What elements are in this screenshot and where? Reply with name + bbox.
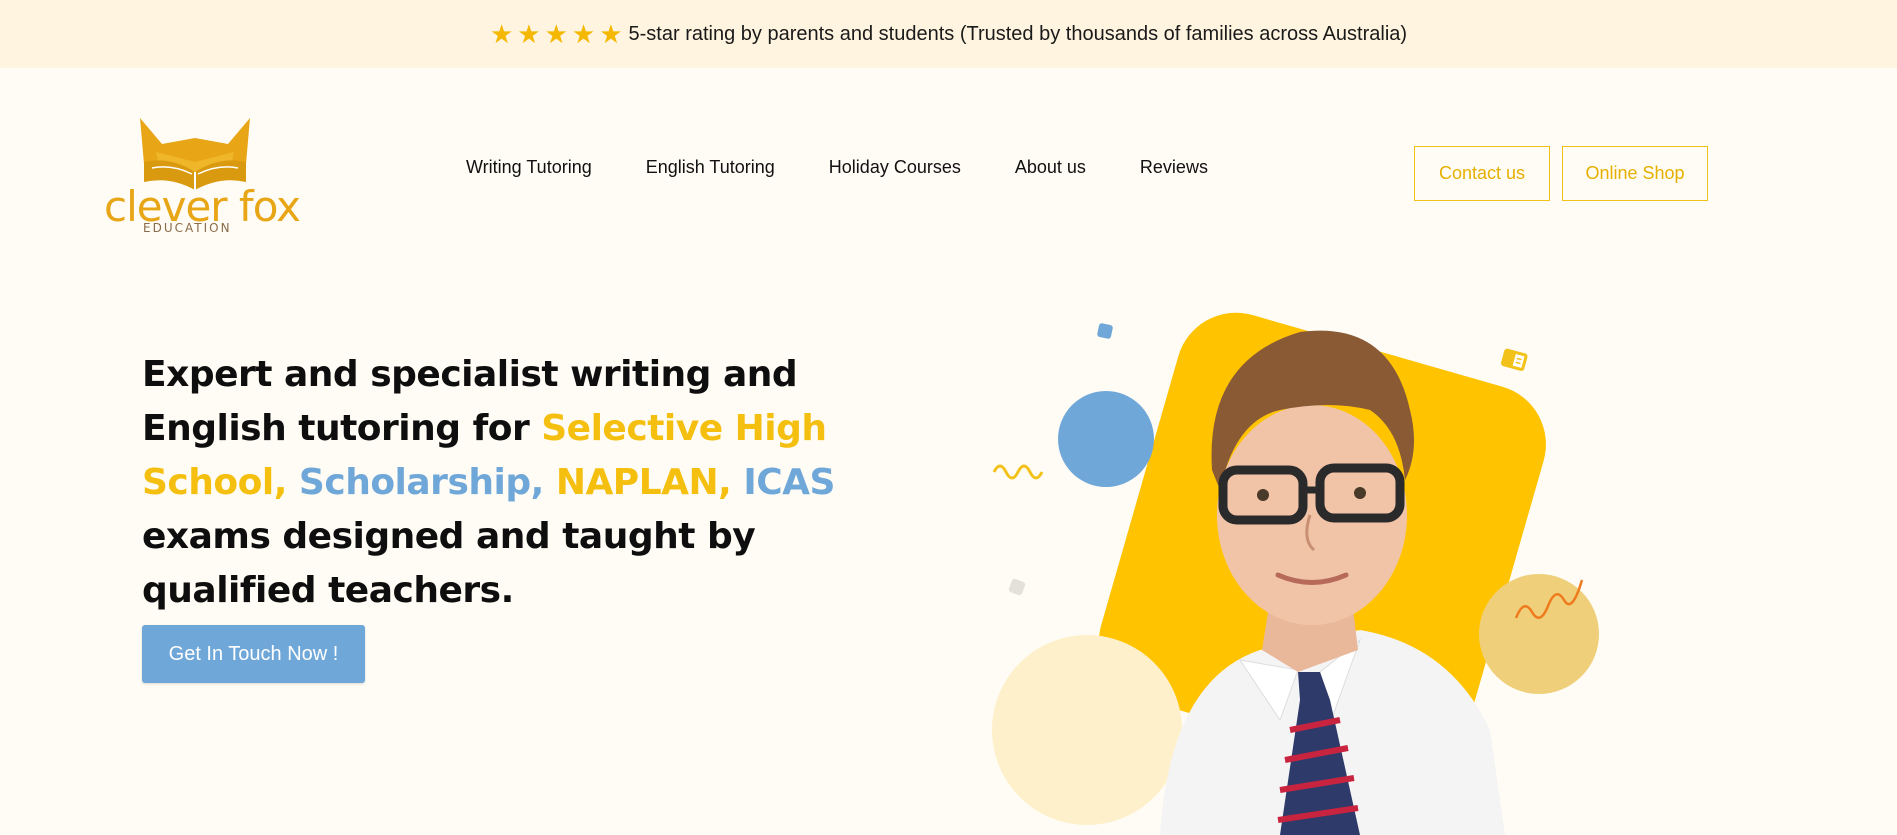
headline-text-end: exams designed and taught by qualified t… (142, 516, 756, 611)
star-icon: ★ (571, 19, 596, 49)
logo-subtitle: EDUCATION (143, 221, 232, 235)
star-icon: ★ (544, 19, 568, 49)
star-icon: ★ (517, 19, 541, 49)
nav-reviews[interactable]: Reviews (1140, 157, 1208, 178)
rating-text: 5-star rating by parents and students (T… (628, 22, 1408, 45)
get-in-touch-button[interactable]: Get In Touch Now ! (142, 625, 365, 683)
hero-illustration (992, 312, 1599, 835)
star-icon: ★ (489, 19, 514, 49)
star-rating: ★ ★ ★ ★ ★ (490, 21, 623, 47)
star-icon: ★ (599, 19, 623, 49)
blue-circle-shape (1058, 391, 1154, 487)
nav-holiday-courses[interactable]: Holiday Courses (829, 157, 961, 178)
hero-headline: Expert and specialist writing and Englis… (142, 348, 902, 618)
highlight-naplan: NAPLAN, (543, 462, 732, 503)
highlight-icas: ICAS (731, 462, 835, 503)
rating-banner: ★ ★ ★ ★ ★ 5-star rating by parents and s… (0, 0, 1897, 68)
online-shop-button[interactable]: Online Shop (1562, 146, 1708, 201)
contact-us-button[interactable]: Contact us (1414, 146, 1550, 201)
nav-writing-tutoring[interactable]: Writing Tutoring (466, 157, 592, 178)
nav-english-tutoring[interactable]: English Tutoring (646, 157, 775, 178)
cream-circle-shape (992, 635, 1182, 825)
nav-about-us[interactable]: About us (1015, 157, 1086, 178)
main-nav: Writing Tutoring English Tutoring Holida… (466, 157, 1262, 178)
light-yellow-circle-shape (1479, 574, 1599, 694)
highlight-scholarship: Scholarship, (286, 462, 544, 503)
